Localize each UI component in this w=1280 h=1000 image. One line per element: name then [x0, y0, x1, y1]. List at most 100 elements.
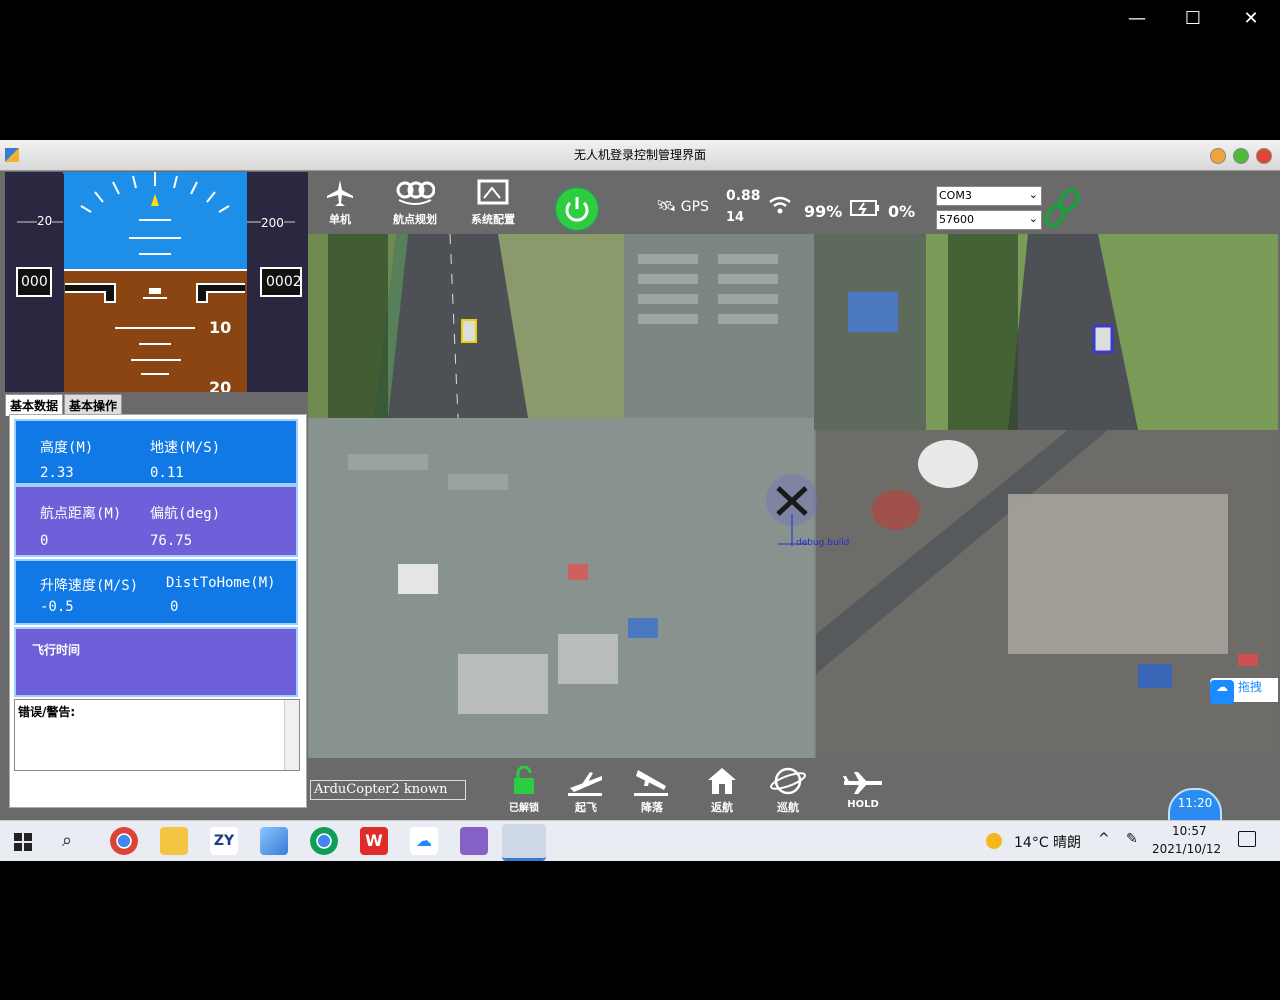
bottom-command-bar: ArduCopter2 known 已解锁 起飞 降落 返航 巡航 HOLD 1… — [308, 758, 1278, 832]
card-waypoint-yaw: 航点距离(M) 0 偏航(deg) 76.75 — [14, 485, 298, 557]
weather-text[interactable]: 14°C 晴朗 — [1014, 832, 1081, 852]
tray-chevron-icon[interactable]: ^ — [1098, 831, 1110, 847]
minimize-dot-button[interactable] — [1210, 148, 1226, 164]
power-icon — [565, 197, 589, 222]
tab-basic-data[interactable]: 基本数据 — [5, 394, 64, 416]
warning-label: 错误/警告: — [18, 705, 76, 719]
search-icon[interactable]: ⌕ — [62, 830, 72, 851]
power-button[interactable] — [556, 188, 598, 230]
unlock-icon — [514, 765, 534, 794]
hud-left-pitch-label: 20 — [37, 214, 53, 228]
chrome2-taskbar-icon[interactable] — [310, 827, 338, 855]
unlock-label: 已解锁 — [509, 803, 539, 814]
airplane-icon — [327, 180, 353, 206]
hud-scale-20: 20 — [209, 378, 232, 392]
groundspeed-value: 0.11 — [150, 465, 184, 481]
clock-date[interactable]: 2021/10/12 — [1152, 842, 1221, 856]
card-climb-home: 升降速度(M/S) -0.5 DistToHome(M) 0 — [14, 559, 298, 625]
close-button[interactable]: ✕ — [1236, 8, 1266, 29]
time-badge-text: 11:20 — [1177, 796, 1213, 810]
close-dot-button[interactable] — [1256, 148, 1272, 164]
drag-button[interactable]: ☁ 拖拽 — [1210, 678, 1278, 704]
hud-left-readout: 000 — [21, 274, 48, 290]
file-explorer-taskbar-icon[interactable] — [160, 827, 188, 855]
app-window: 无人机登录控制管理界面 20 200 000 0002 10 20 基本数据 基… — [0, 140, 1280, 832]
unlock-button[interactable]: 已解锁 — [504, 765, 544, 814]
left-panel: 20 200 000 0002 10 20 基本数据 基本操作 高度(M) 2.3… — [3, 172, 308, 812]
takeoff-icon — [568, 772, 602, 796]
takeoff-button[interactable]: 起飞 — [566, 766, 606, 815]
vehicle-status-text: ArduCopter2 known — [314, 782, 448, 797]
attitude-svg — [16, 172, 302, 392]
flight-time-label: 飞行时间 — [32, 643, 81, 657]
waypoint-icon — [396, 181, 436, 205]
card-altitude-speed: 高度(M) 2.33 地速(M/S) 0.11 — [14, 419, 298, 485]
map-view[interactable]: debug.build ☁ 拖拽 — [308, 234, 1278, 758]
satellite-icon: 🛰 — [656, 196, 677, 215]
debug-build-label: debug.build — [796, 538, 850, 548]
drag-label: 拖拽 — [1237, 680, 1262, 694]
hold-button[interactable]: HOLD — [838, 770, 888, 810]
window-title: 无人机登录控制管理界面 — [573, 148, 706, 162]
weather-icon — [986, 833, 1002, 849]
land-label: 降落 — [641, 801, 663, 814]
single-drone-button[interactable]: 单机 — [322, 178, 358, 227]
warning-scrollbar[interactable] — [284, 700, 299, 770]
map-imagery — [308, 234, 1278, 758]
title-bar: 无人机登录控制管理界面 — [0, 140, 1280, 171]
clock-time[interactable]: 10:57 — [1172, 824, 1207, 838]
maximize-dot-button[interactable] — [1233, 148, 1249, 164]
windows-icon — [14, 833, 32, 851]
pen-icon[interactable]: ✎ — [1126, 831, 1138, 847]
port-value: COM3 — [939, 189, 972, 202]
system-config-button[interactable]: 系统配置 — [466, 178, 520, 227]
dist-home-value: 0 — [170, 599, 179, 615]
chrome-taskbar-icon[interactable] — [110, 827, 138, 855]
plane-hold-icon — [843, 772, 882, 794]
zy-taskbar-icon[interactable]: ZY — [210, 827, 238, 855]
windows-taskbar: ⌕ ZY W ☁ 14°C 晴朗 ^ ✎ 10:57 2021/10/12 — [0, 820, 1280, 861]
sats-value: 14 — [726, 210, 745, 225]
hud-right-readout: 0002 — [266, 274, 302, 290]
loiter-button[interactable]: 巡航 — [768, 766, 808, 815]
wifi-icon — [768, 194, 792, 221]
top-toolbar: 单机 航点规划 系统配置 🛰 GPS 0.88 14 99% 0% COM3 ⌄… — [308, 172, 1278, 234]
dist-home-label: DistToHome(M) — [166, 575, 276, 591]
groundspeed-label: 地速(M/S) — [150, 440, 221, 456]
system-config-label: 系统配置 — [471, 213, 515, 226]
wps-taskbar-icon[interactable]: W — [360, 827, 388, 855]
wp-dist-label: 航点距离(M) — [40, 506, 122, 522]
home-icon — [708, 768, 736, 794]
warning-box[interactable]: 错误/警告: — [14, 699, 300, 771]
battery-value: 0% — [888, 202, 916, 221]
waypoint-plan-button[interactable]: 航点规划 — [390, 178, 440, 227]
start-button[interactable] — [14, 833, 32, 855]
return-home-label: 返航 — [711, 801, 733, 814]
hdop-value: 0.88 — [726, 188, 761, 204]
chevron-down-icon: ⌄ — [1028, 212, 1038, 225]
visual-studio-taskbar-icon[interactable] — [460, 827, 488, 855]
yaw-label: 偏航(deg) — [150, 506, 221, 522]
notification-icon[interactable] — [1238, 831, 1256, 847]
baud-value: 57600 — [939, 213, 974, 226]
altitude-label: 高度(M) — [40, 440, 94, 456]
config-icon — [477, 179, 509, 205]
land-button[interactable]: 降落 — [632, 766, 672, 815]
vehicle-status-field[interactable]: ArduCopter2 known — [310, 780, 466, 800]
minimize-button[interactable]: — — [1122, 8, 1152, 29]
paint-taskbar-icon[interactable] — [260, 827, 288, 855]
wp-dist-value: 0 — [40, 533, 49, 549]
baidu-taskbar-icon[interactable]: ☁ — [410, 827, 438, 855]
battery-icon — [850, 198, 880, 222]
tab-strip: 基本数据 基本操作 — [5, 394, 123, 417]
land-icon — [634, 770, 668, 796]
single-drone-label: 单机 — [329, 213, 351, 226]
port-select[interactable]: COM3 ⌄ — [936, 186, 1042, 206]
loiter-label: 巡航 — [777, 801, 799, 814]
app-taskbar-icon[interactable] — [502, 824, 546, 861]
baud-select[interactable]: 57600 ⌄ — [936, 210, 1042, 230]
maximize-button[interactable]: ☐ — [1178, 8, 1208, 29]
altitude-value: 2.33 — [40, 465, 74, 481]
return-home-button[interactable]: 返航 — [702, 766, 742, 815]
connect-link-icon[interactable] — [1043, 188, 1081, 232]
